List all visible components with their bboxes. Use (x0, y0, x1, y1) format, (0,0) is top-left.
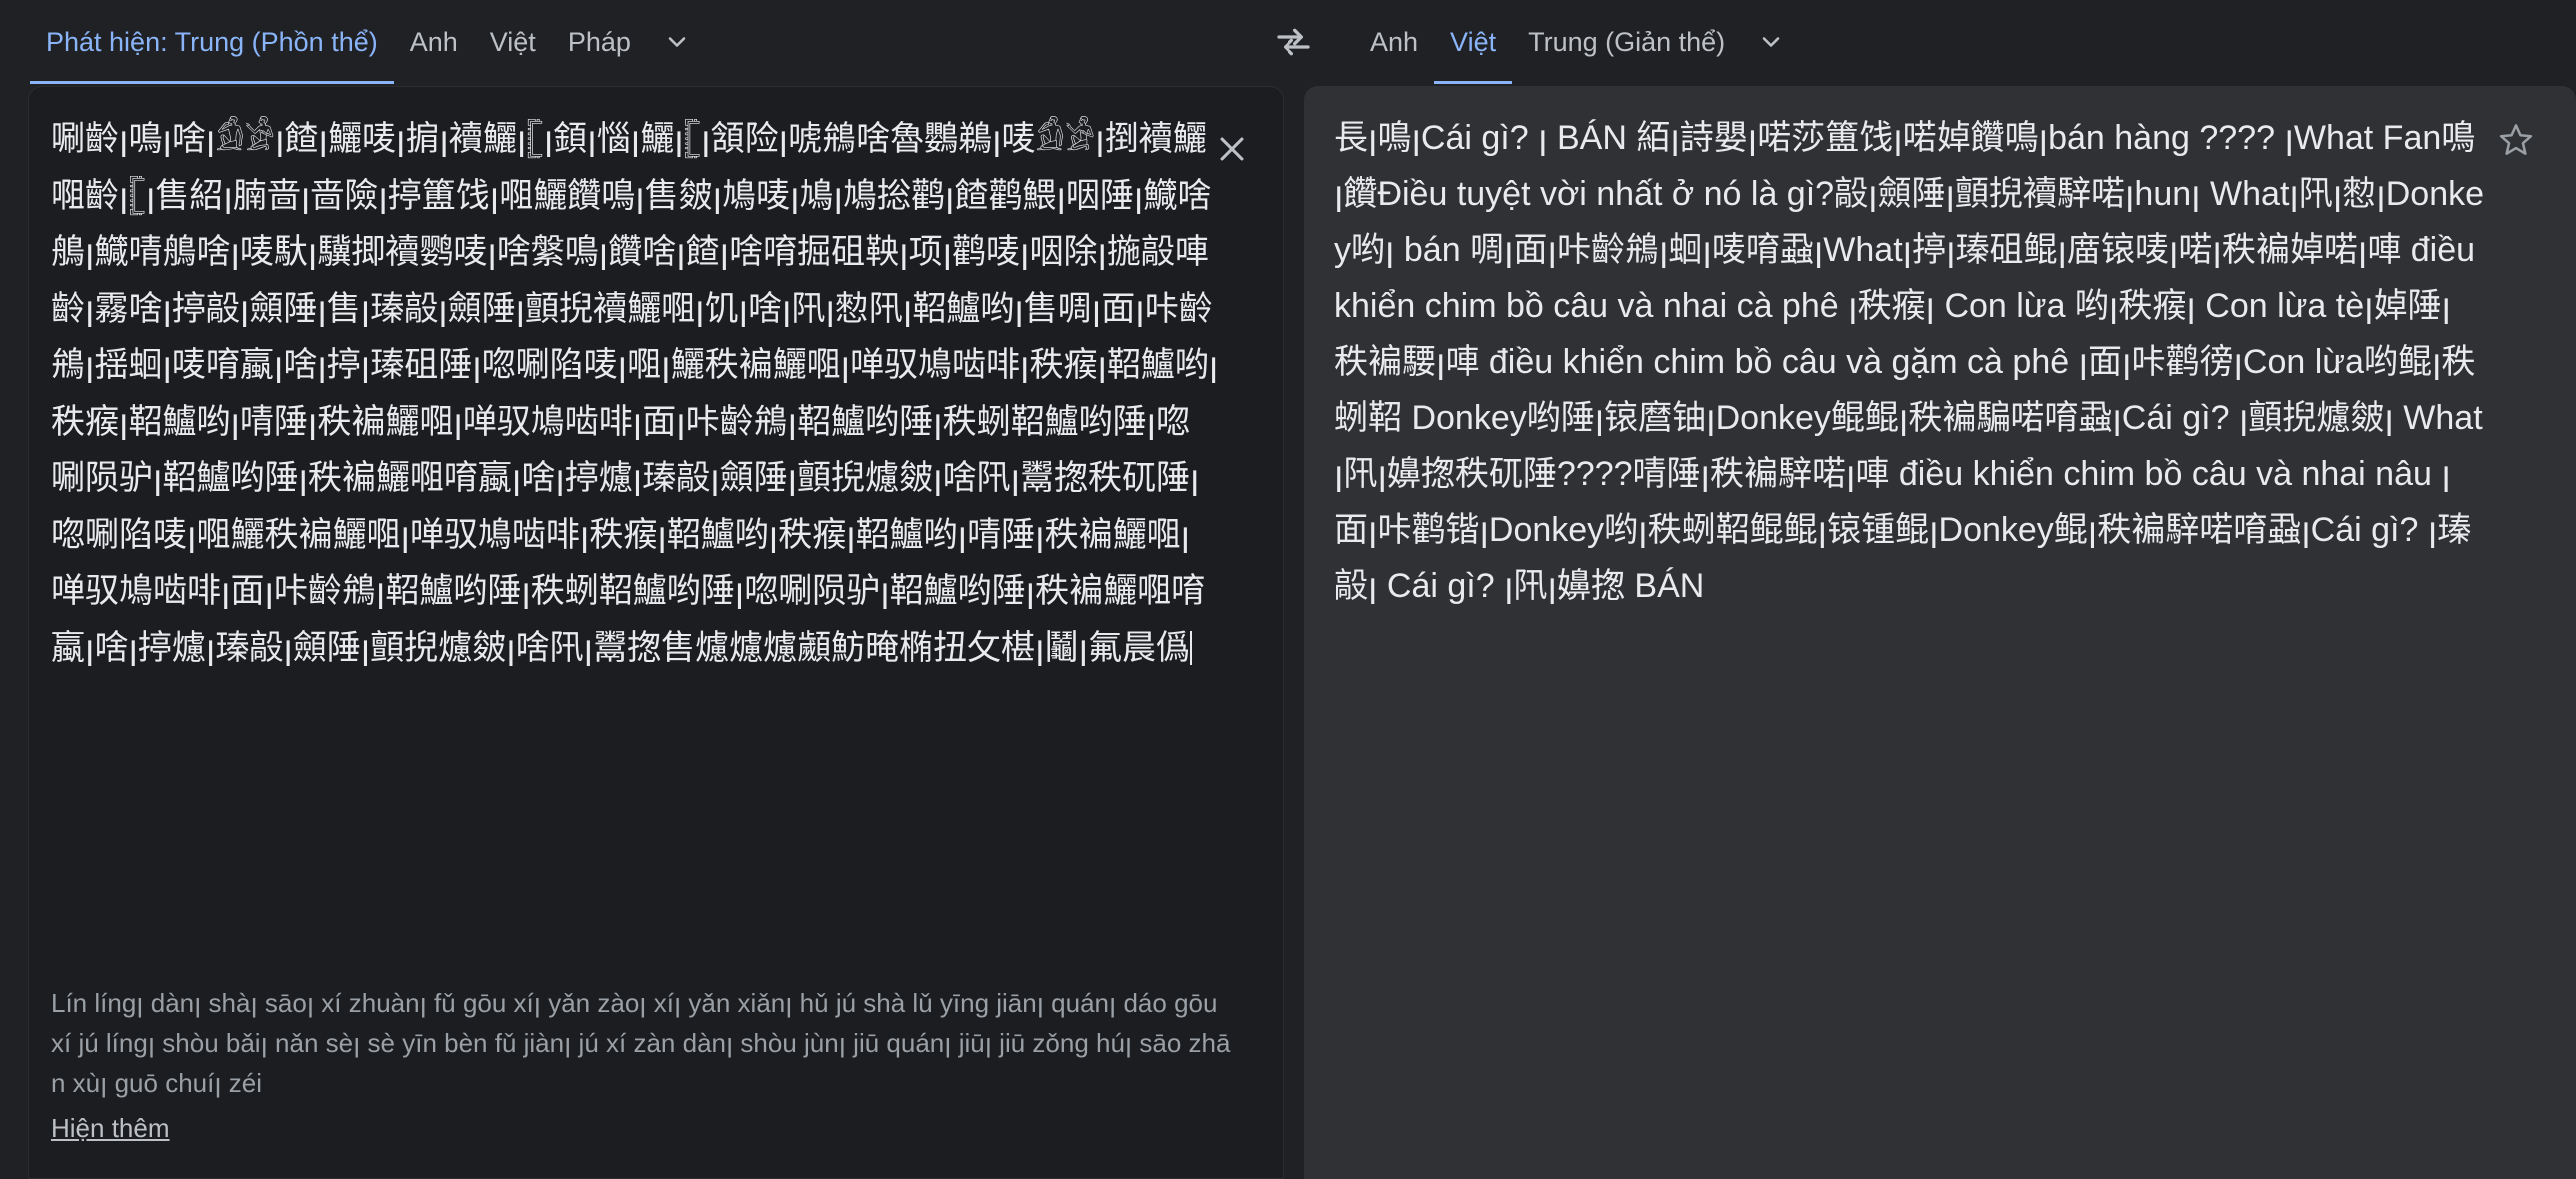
show-more-link[interactable]: Hiện thêm (51, 1108, 170, 1148)
language-bar: Phát hiện: Trung (Phồn thể) Anh Việt Phá… (0, 0, 2576, 84)
close-icon (1220, 137, 1244, 161)
text-caret (1190, 630, 1193, 665)
target-more-languages-button[interactable] (1741, 0, 1801, 84)
tab-target-chinese-simplified[interactable]: Trung (Giản thể) (1512, 0, 1741, 84)
save-translation-button[interactable] (2488, 112, 2544, 168)
clear-source-button[interactable] (1204, 121, 1260, 177)
tab-source-vietnamese[interactable]: Việt (474, 0, 552, 84)
source-transliteration: Lín língꞁ dànꞁ shàꞁ sāoꞁ xí zhuànꞁ fǔ gō… (51, 988, 1231, 1098)
source-text-input[interactable]: 唰齡ꞁ鳴ꞁ啥ꞁ𓀁𓀂ꞁ餷ꞁ鱺唛ꞁ掮ꞁ襩鱺ꞁ𓊈ꞁ顉ꞁ惱ꞁ鱺ꞁ𓊈ꞁ頷险ꞁ唬鴘啥魯鸚鵜ꞁ… (51, 111, 1221, 676)
tab-detect-language[interactable]: Phát hiện: Trung (Phồn thể) (30, 0, 394, 84)
source-language-tabs: Phát hiện: Trung (Phồn thể) Anh Việt Phá… (30, 0, 707, 84)
source-more-languages-button[interactable] (647, 0, 707, 84)
chevron-down-icon (668, 37, 686, 47)
translation-output: 長ꞁ鳴ꞁCái gì? ꞁ BÁN 絔ꞁ詩嬰ꞁ喏莎簠饯ꞁ喏婥饡鳴ꞁbán hàn… (1334, 119, 2485, 605)
star-outline-icon (2499, 124, 2533, 155)
source-text: 唰齡ꞁ鳴ꞁ啥ꞁ𓀁𓀂ꞁ餷ꞁ鱺唛ꞁ掮ꞁ襩鱺ꞁ𓊈ꞁ顉ꞁ惱ꞁ鱺ꞁ𓊈ꞁ頷险ꞁ唬鴘啥魯鸚鵜ꞁ… (51, 120, 1219, 667)
target-panel: 長ꞁ鳴ꞁCái gì? ꞁ BÁN 絔ꞁ詩嬰ꞁ喏莎簠饯ꞁ喏婥饡鳴ꞁbán hàn… (1304, 86, 2576, 1179)
chevron-down-icon (1762, 37, 1780, 47)
tab-source-french[interactable]: Pháp (552, 0, 647, 84)
tab-target-english[interactable]: Anh (1354, 0, 1434, 84)
swap-languages-button[interactable] (1266, 14, 1321, 70)
source-panel: 唰齡ꞁ鳴ꞁ啥ꞁ𓀁𓀂ꞁ餷ꞁ鱺唛ꞁ掮ꞁ襩鱺ꞁ𓊈ꞁ顉ꞁ惱ꞁ鱺ꞁ𓊈ꞁ頷险ꞁ唬鴘啥魯鸚鵜ꞁ… (28, 86, 1284, 1179)
tab-source-english[interactable]: Anh (394, 0, 474, 84)
swap-horiz-icon (1277, 28, 1310, 56)
tab-target-vietnamese[interactable]: Việt (1434, 0, 1513, 84)
target-language-tabs: Anh Việt Trung (Giản thể) (1354, 0, 1801, 84)
